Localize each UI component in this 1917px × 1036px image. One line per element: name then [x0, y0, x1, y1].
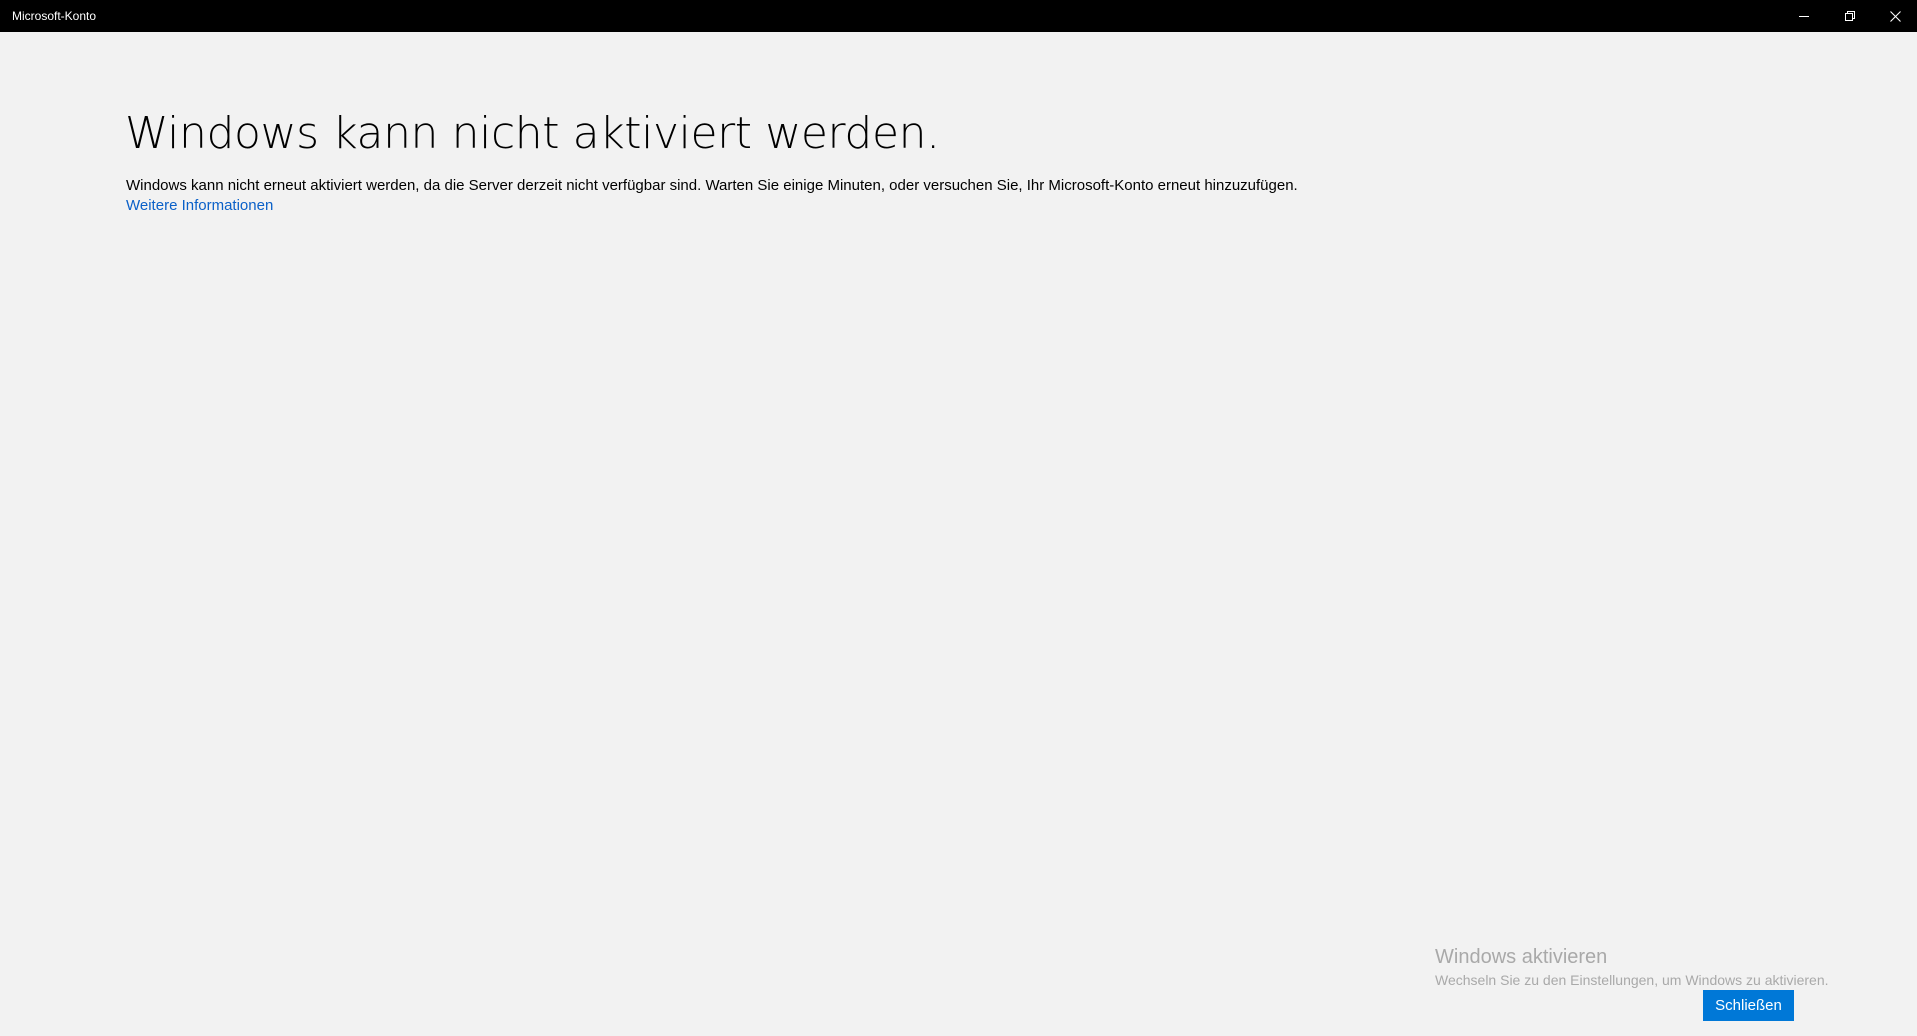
more-info-link[interactable]: Weitere Informationen — [126, 196, 273, 216]
close-button[interactable]: Schließen — [1703, 990, 1794, 1021]
minimize-icon — [1799, 16, 1809, 17]
restore-icon — [1845, 11, 1855, 21]
main-content: Windows kann nicht aktiviert werden. Win… — [0, 32, 1917, 1036]
activation-watermark-title: Windows aktivieren — [1435, 946, 1608, 968]
activation-watermark-subtitle: Wechseln Sie zu den Einstellungen, um Wi… — [1435, 972, 1829, 988]
minimize-button[interactable] — [1781, 0, 1827, 32]
error-description: Windows kann nicht erneut aktiviert werd… — [126, 177, 1298, 194]
close-icon — [1889, 10, 1901, 22]
title-bar: Microsoft-Konto — [0, 0, 1917, 32]
restore-button[interactable] — [1827, 0, 1873, 32]
page-title: Windows kann nicht aktiviert werden. — [125, 108, 940, 159]
window-title: Microsoft-Konto — [12, 9, 97, 23]
close-window-button[interactable] — [1873, 0, 1917, 32]
